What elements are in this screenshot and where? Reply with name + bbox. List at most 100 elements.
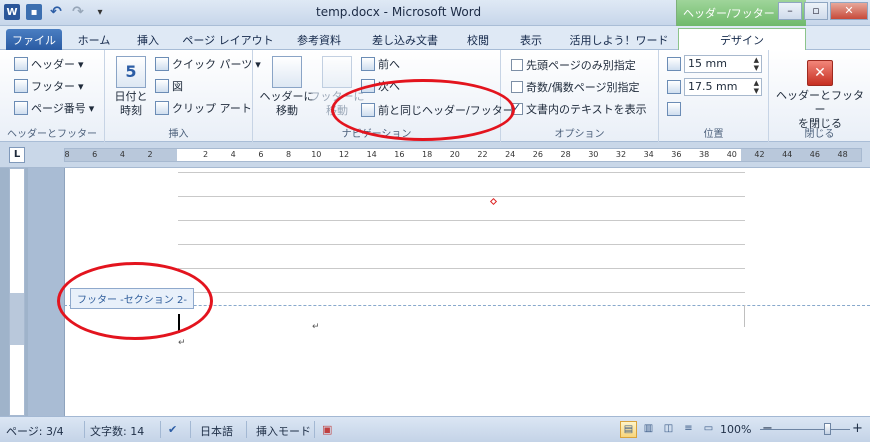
ruler-tick-label: 30 — [588, 150, 599, 159]
tab-insert[interactable]: 挿入 — [124, 29, 172, 50]
word-count[interactable]: 文字数: 14 — [90, 423, 144, 439]
date-time-label-2: 時刻 — [120, 104, 142, 117]
tab-file[interactable]: ファイル — [6, 29, 62, 50]
header-icon — [14, 57, 28, 71]
show-document-text-checkbox[interactable]: 文書内のテキストを表示 — [511, 101, 647, 117]
page-indicator[interactable]: ページ: 3/4 — [6, 423, 64, 439]
group-header-footer: ヘッダー ▾ フッター ▾ ページ番号 ▾ ヘッダーとフッター — [0, 50, 105, 142]
checkbox-show-text[interactable] — [511, 101, 523, 115]
tab-references[interactable]: 参考資料 — [284, 29, 354, 50]
clip-art-label: クリップ アート — [172, 102, 252, 115]
header-position-icon — [667, 57, 681, 71]
spinner-arrows-icon[interactable]: ▲ ▼ — [754, 79, 759, 95]
clip-art-button[interactable]: クリップ アート — [155, 100, 252, 116]
goto-footer-button[interactable]: フッターに 移動 — [309, 56, 365, 118]
ruler-tick-label: 4 — [230, 150, 236, 159]
ruler-tick-label: 34 — [643, 150, 654, 159]
redo-icon[interactable]: ↷ — [70, 4, 86, 20]
header-position-input[interactable]: 15 mm ▲ ▼ — [684, 55, 762, 73]
header-button[interactable]: ヘッダー ▾ — [14, 56, 84, 72]
tab-mailings[interactable]: 差し込み文書 — [358, 29, 452, 50]
tab-page-layout[interactable]: ページ レイアウト — [176, 29, 280, 50]
group-position: 15 mm ▲ ▼ 17.5 mm ▲ ▼ 位置 — [659, 50, 769, 142]
paragraph-mark: ↵ — [312, 322, 320, 332]
insert-alignment-tab-button[interactable] — [667, 102, 681, 116]
next-button[interactable]: 次へ — [361, 78, 400, 94]
picture-button[interactable]: 図 — [155, 78, 183, 94]
date-time-button[interactable]: 5 日付と 時刻 — [111, 56, 151, 118]
ruler-tick-label: 40 — [726, 150, 737, 159]
close-icon: ✕ — [807, 60, 833, 86]
footer-position-value: 17.5 mm — [688, 80, 738, 93]
close-header-footer-button[interactable]: ✕ ヘッダーとフッター を閉じる — [773, 60, 867, 131]
full-screen-reading-icon[interactable]: ▥ — [640, 421, 657, 438]
next-icon — [361, 79, 375, 93]
ruler-tick-label: 20 — [449, 150, 460, 159]
ruler-tick-label: 48 — [837, 150, 848, 159]
chevron-down-icon: ▾ — [78, 57, 84, 71]
close-window-button[interactable]: ✕ — [830, 2, 868, 20]
save-icon[interactable]: ▪ — [26, 4, 42, 20]
group-label-close: 閉じる — [804, 129, 835, 140]
link-to-previous-button[interactable]: 前と同じヘッダー/フッター — [361, 102, 514, 118]
language-indicator[interactable]: 日本語 — [200, 423, 233, 439]
minimize-button[interactable]: – — [778, 2, 802, 20]
next-label: 次へ — [378, 80, 400, 93]
goto-footer-label-2: 移動 — [326, 104, 348, 117]
title-bar: W ▪ ↶ ↷ ▾ temp.docx - Microsoft Word ヘッダ… — [0, 0, 870, 26]
different-odd-even-checkbox[interactable]: 奇数/偶数ページ別指定 — [511, 79, 640, 95]
zoom-slider-track[interactable] — [760, 429, 850, 430]
insert-mode-indicator[interactable]: 挿入モード — [256, 423, 311, 439]
zoom-level[interactable]: 100% — [720, 423, 751, 436]
tab-review[interactable]: 校閲 — [456, 29, 500, 50]
ruler-tick-label: 22 — [477, 150, 488, 159]
checkbox-odd-even[interactable] — [511, 81, 523, 93]
outline-view-icon[interactable]: ≡ — [680, 421, 697, 438]
link-icon — [361, 103, 375, 117]
header-position-spinner[interactable]: 15 mm ▲ ▼ — [667, 55, 762, 73]
tab-view[interactable]: 表示 — [504, 29, 558, 50]
footer-position-spinner[interactable]: 17.5 mm ▲ ▼ — [667, 78, 762, 96]
picture-label: 図 — [172, 80, 183, 93]
tab-katsuyou[interactable]: 活用しよう！ワード — [562, 29, 676, 50]
tab-home[interactable]: ホーム — [68, 29, 120, 50]
zoom-in-icon[interactable]: + — [852, 421, 863, 436]
draft-view-icon[interactable]: ▭ — [700, 421, 717, 438]
footer-button[interactable]: フッター ▾ — [14, 78, 84, 94]
ruler-tick-label: 36 — [671, 150, 682, 159]
spinner-arrows-icon[interactable]: ▲ ▼ — [754, 56, 759, 72]
macro-record-icon[interactable]: ▣ — [322, 423, 332, 436]
text-line — [178, 292, 745, 293]
group-close: ✕ ヘッダーとフッター を閉じる 閉じる — [769, 50, 870, 142]
ruler-tick-label: 6 — [92, 150, 98, 159]
word-icon[interactable]: W — [4, 4, 20, 20]
group-insert: 5 日付と 時刻 クイック パーツ ▾ 図 クリップ アート 挿入 — [105, 50, 261, 142]
goto-header-button[interactable]: ヘッダーに 移動 — [259, 56, 315, 118]
tab-design[interactable]: デザイン — [678, 28, 806, 51]
web-layout-icon[interactable]: ◫ — [660, 421, 677, 438]
print-layout-view-icon[interactable]: ▤ — [620, 421, 637, 438]
undo-icon[interactable]: ↶ — [48, 4, 64, 20]
different-first-page-checkbox[interactable]: 先頭ページのみ別指定 — [511, 57, 636, 73]
link-to-previous-label: 前と同じヘッダー/フッター — [378, 104, 514, 117]
status-separator — [84, 421, 85, 438]
group-label-insert: 挿入 — [168, 129, 189, 140]
ruler-tick-label: 8 — [64, 150, 70, 159]
paragraph-mark: ↵ — [178, 338, 186, 348]
maximize-button[interactable]: ▫ — [804, 2, 828, 20]
footer-position-input[interactable]: 17.5 mm ▲ ▼ — [684, 78, 762, 96]
previous-icon — [361, 57, 375, 71]
customize-dropdown-icon[interactable]: ▾ — [92, 4, 108, 20]
vertical-ruler[interactable] — [9, 168, 25, 416]
quick-parts-button[interactable]: クイック パーツ ▾ — [155, 56, 261, 72]
zoom-slider-thumb[interactable] — [824, 423, 831, 435]
page-number-button[interactable]: ページ番号 ▾ — [14, 100, 94, 116]
horizontal-ruler[interactable]: 8 6 4 2 2 4 6 8 10 12 14 16 18 20 22 24 26 28 30 32 34 36 38 40… — [64, 148, 862, 162]
proofing-icon[interactable]: ✔ — [168, 423, 177, 436]
ruler-tick-label: 2 — [147, 150, 153, 159]
previous-button[interactable]: 前へ — [361, 56, 400, 72]
checkbox-first-page[interactable] — [511, 59, 523, 71]
picture-icon — [155, 79, 169, 93]
tab-selector[interactable]: L — [9, 147, 25, 163]
text-line — [178, 268, 745, 269]
